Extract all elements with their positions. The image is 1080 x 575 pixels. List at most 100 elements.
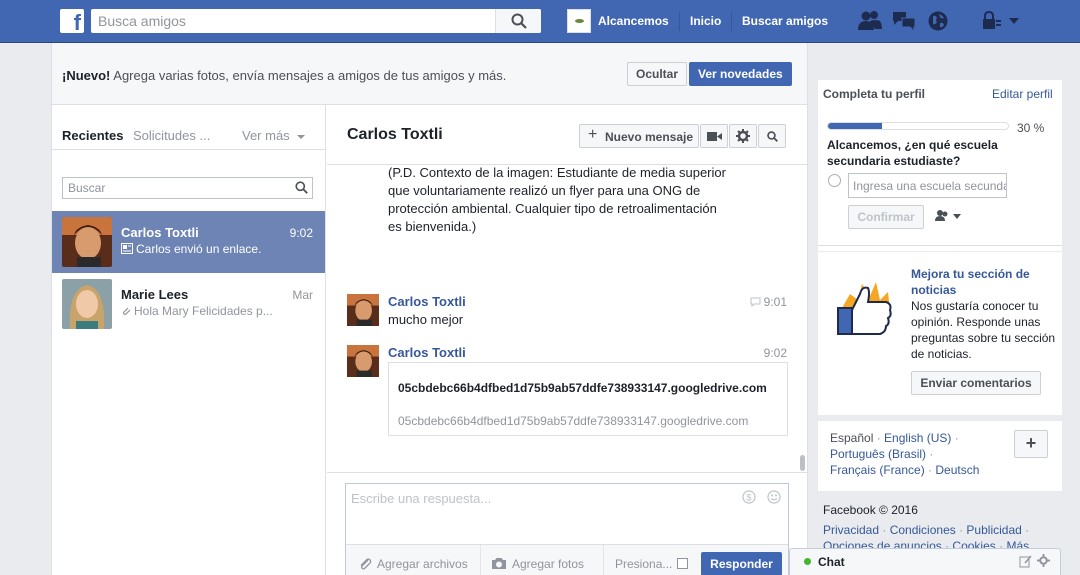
language-link[interactable]: English (US) bbox=[884, 431, 951, 445]
search-button[interactable] bbox=[495, 9, 541, 33]
card-divider bbox=[818, 245, 1062, 246]
conversation-item[interactable]: Marie Lees Mar Hola Mary Felicidades p..… bbox=[52, 273, 325, 335]
composer-toolbar: Agregar archivos Agregar fotos Presiona.… bbox=[346, 544, 788, 575]
footer-link-terms[interactable]: Condiciones bbox=[890, 523, 956, 537]
conversation-snippet-text: Carlos envió un enlace. bbox=[136, 242, 262, 256]
video-call-button[interactable] bbox=[700, 124, 728, 148]
chevron-down-icon bbox=[297, 134, 306, 139]
attach-files-button[interactable]: Agregar archivos bbox=[358, 557, 468, 571]
conversation-title: Carlos Toxtli bbox=[347, 126, 443, 143]
friend-requests-icon[interactable] bbox=[858, 10, 882, 32]
profile-name: Alcancemos bbox=[598, 14, 669, 28]
link-preview-card[interactable]: 05cbdebc66b4dfbed1d75b9ab57ddfe738933147… bbox=[388, 362, 788, 436]
nav-profile-link[interactable]: Alcancemos bbox=[567, 9, 669, 33]
left-gutter bbox=[0, 43, 51, 575]
language-link[interactable]: Deutsch bbox=[935, 463, 979, 477]
tab-more[interactable]: Ver más bbox=[242, 128, 306, 143]
right-sidebar: Completa tu perfil Editar perfil 30 % Al… bbox=[808, 43, 1080, 575]
conversation-snippet-text: Hola Mary Felicidades p... bbox=[134, 304, 273, 318]
survey-title[interactable]: Mejora tu sección de noticias bbox=[911, 266, 1051, 298]
camera-icon bbox=[492, 558, 506, 569]
school-radio[interactable] bbox=[828, 174, 841, 187]
online-status-dot bbox=[804, 558, 811, 565]
school-input[interactable] bbox=[849, 174, 1006, 197]
top-navigation-bar: f Alcancemos Inicio Buscar amigos bbox=[0, 0, 1080, 43]
conversation-snippet: Carlos envió un enlace. bbox=[121, 242, 261, 256]
conversation-name: Carlos Toxtli bbox=[121, 225, 199, 240]
settings-button[interactable] bbox=[729, 124, 757, 148]
reply-input[interactable] bbox=[346, 484, 786, 542]
find-friends-link[interactable]: Buscar amigos bbox=[742, 14, 828, 28]
profile-progress-fill bbox=[828, 123, 882, 129]
seen-icon bbox=[750, 297, 761, 308]
see-news-button[interactable]: Ver novedades bbox=[689, 62, 792, 86]
toolbar-divider bbox=[480, 545, 481, 575]
account-dropdown-icon[interactable] bbox=[1008, 17, 1020, 25]
conversation-search-input[interactable] bbox=[63, 178, 291, 198]
tabs-divider bbox=[52, 149, 325, 150]
payment-icon[interactable]: $ bbox=[742, 490, 756, 504]
message-line: que voluntariamente realizó un flyer par… bbox=[388, 183, 701, 198]
link-title[interactable]: 05cbdebc66b4dfbed1d75b9ab57ddfe738933147… bbox=[398, 380, 778, 396]
hide-button[interactable]: Ocultar bbox=[627, 62, 688, 86]
messages-panel: ¡Nuevo! Agrega varias fotos, envía mensa… bbox=[51, 43, 808, 575]
nav-divider bbox=[731, 12, 732, 31]
language-card: Español · English (US) · Português (Bras… bbox=[818, 421, 1062, 491]
search-box bbox=[91, 9, 541, 33]
new-message-label: Nuevo mensaje bbox=[605, 130, 694, 144]
search-input[interactable] bbox=[91, 9, 491, 33]
school-field bbox=[848, 173, 1007, 198]
message-line: protección ambiental. Cualquier tipo de … bbox=[388, 201, 717, 216]
reply-button[interactable]: Responder bbox=[701, 552, 782, 575]
gear-icon[interactable] bbox=[1037, 554, 1050, 567]
notifications-globe-icon[interactable] bbox=[927, 10, 949, 32]
new-message-button[interactable]: + Nuevo mensaje bbox=[579, 124, 699, 148]
footer-link-advertising[interactable]: Publicidad bbox=[966, 523, 1021, 537]
svg-text:$: $ bbox=[746, 493, 751, 503]
message-sender[interactable]: Carlos Toxtli bbox=[388, 294, 466, 309]
nav-divider bbox=[679, 12, 680, 31]
composer-divider bbox=[327, 472, 807, 473]
tab-requests[interactable]: Solicitudes ... bbox=[133, 128, 210, 143]
promo-message: ¡Nuevo! Agrega varias fotos, envía mensa… bbox=[62, 68, 506, 83]
confirm-button[interactable]: Confirmar bbox=[848, 205, 924, 229]
conversation-header: Carlos Toxtli + Nuevo mensaje bbox=[327, 105, 807, 165]
search-icon bbox=[767, 131, 778, 142]
send-feedback-button[interactable]: Enviar comentarios bbox=[911, 371, 1041, 395]
chat-label: Chat bbox=[818, 555, 845, 569]
complete-profile-title: Completa tu perfil bbox=[823, 87, 926, 101]
toolbar-divider bbox=[603, 545, 604, 575]
language-link[interactable]: Português (Brasil) bbox=[830, 447, 926, 461]
avatar bbox=[62, 279, 112, 329]
compose-icon[interactable] bbox=[1019, 555, 1032, 568]
more-languages-button[interactable]: + bbox=[1014, 430, 1048, 458]
home-link[interactable]: Inicio bbox=[690, 14, 721, 28]
tab-more-label: Ver más bbox=[242, 128, 290, 143]
search-conversation-button[interactable] bbox=[758, 124, 786, 148]
profile-thumbnail bbox=[567, 9, 591, 33]
edit-profile-link[interactable]: Editar perfil bbox=[992, 87, 1053, 101]
emoji-icon[interactable] bbox=[767, 490, 781, 504]
footer-link-privacy[interactable]: Privacidad bbox=[823, 523, 879, 537]
scrollbar[interactable] bbox=[800, 455, 805, 471]
school-question: Alcancemos, ¿en qué escuela secundaria e… bbox=[827, 138, 998, 168]
thumbs-up-icon bbox=[837, 282, 892, 335]
search-icon[interactable] bbox=[295, 181, 308, 194]
reply-composer: $ Agregar archivos Agregar fotos Presion… bbox=[345, 483, 789, 575]
conversation-item[interactable]: Carlos Toxtli 9:02 Carlos envió un enlac… bbox=[52, 211, 325, 273]
messages-icon[interactable] bbox=[892, 10, 916, 32]
press-enter-checkbox[interactable] bbox=[677, 558, 688, 569]
tab-recent[interactable]: Recientes bbox=[62, 128, 123, 143]
news-feed-survey-card: Mejora tu sección de noticias Nos gustar… bbox=[818, 252, 1062, 415]
conversation-time: 9:02 bbox=[289, 226, 313, 240]
add-photos-button[interactable]: Agregar fotos bbox=[491, 557, 584, 571]
language-link[interactable]: Français (France) bbox=[830, 463, 925, 477]
chat-sidebar-tab[interactable]: Chat bbox=[789, 548, 1061, 575]
facebook-logo-icon[interactable]: f bbox=[60, 9, 84, 33]
audience-selector-icon[interactable] bbox=[935, 209, 963, 223]
privacy-lock-icon[interactable] bbox=[982, 10, 1002, 32]
conversation-name: Marie Lees bbox=[121, 287, 189, 302]
message-sender[interactable]: Carlos Toxtli bbox=[388, 345, 466, 360]
message-line: es bienvenida.) bbox=[388, 219, 477, 234]
add-photos-label: Agregar fotos bbox=[512, 557, 585, 571]
